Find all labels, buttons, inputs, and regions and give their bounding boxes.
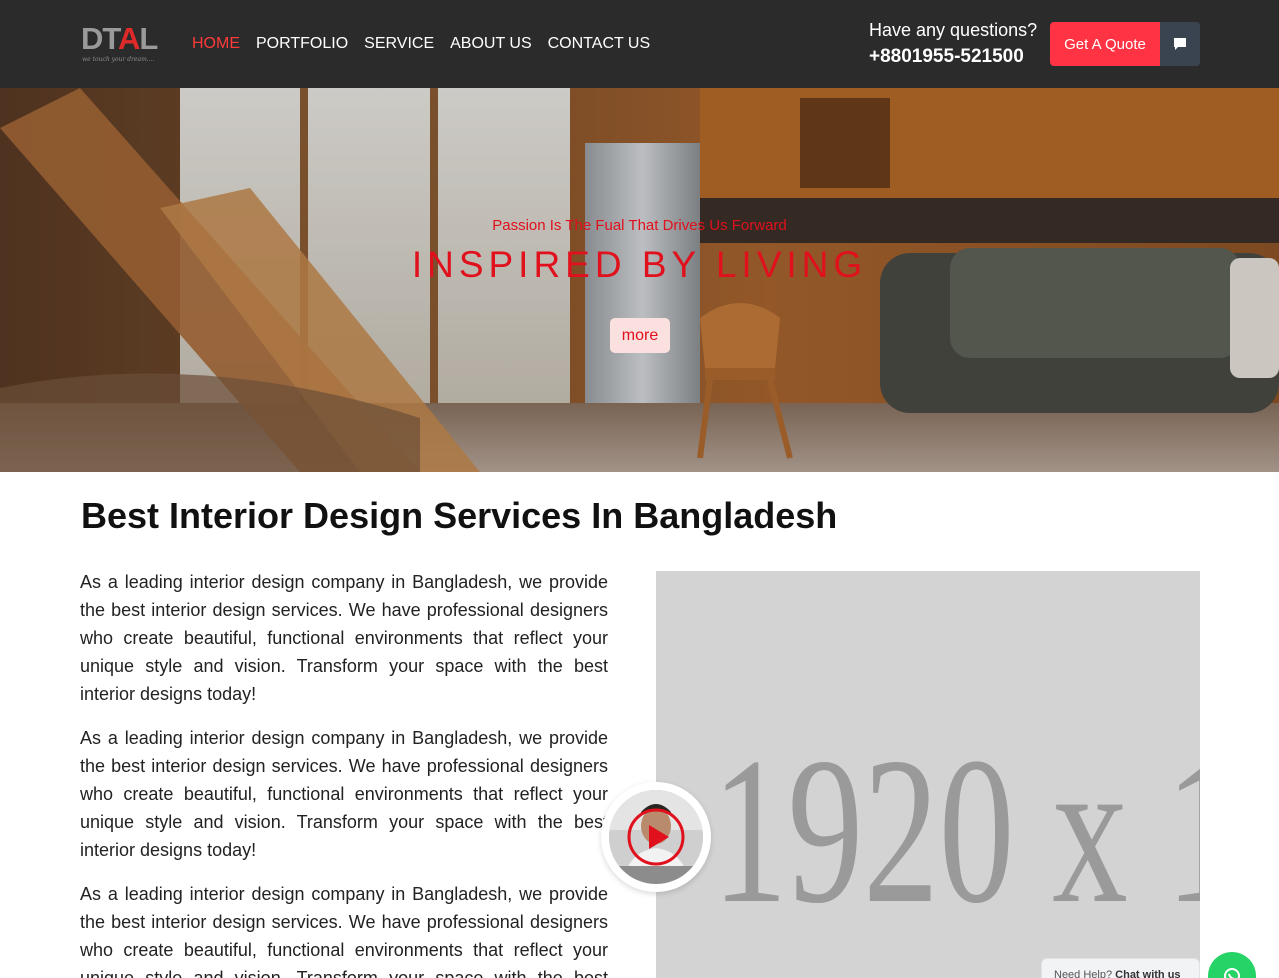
nav-about-us[interactable]: ABOUT US <box>450 34 532 54</box>
hero-banner: Passion Is The Fual That Drives Us Forwa… <box>0 88 1279 472</box>
nav-portfolio[interactable]: PORTFOLIO <box>256 34 348 54</box>
play-icon <box>627 808 685 866</box>
hero-more-button[interactable]: more <box>610 318 670 353</box>
logo-wordmark: DTAL <box>81 21 158 56</box>
chat-widget-label[interactable]: Need Help? Chat with us <box>1041 958 1200 978</box>
video-play-button[interactable] <box>601 782 711 892</box>
main-nav: HOME PORTFOLIO SERVICE ABOUT US CONTACT … <box>192 34 666 54</box>
hero-title: INSPIRED BY LIVING <box>411 244 868 285</box>
placeholder-image: 1920 x 180 <box>656 571 1200 978</box>
intro-paragraph-2: As a leading interior design company in … <box>80 728 608 860</box>
nav-service[interactable]: SERVICE <box>364 34 434 54</box>
contact-question: Have any questions? <box>869 20 1038 40</box>
logo-tagline: we touch your dream.... <box>82 56 155 63</box>
hero-subtitle: Passion Is The Fual That Drives Us Forwa… <box>492 217 787 234</box>
contact-phone[interactable]: +8801955-521500 <box>869 46 1024 68</box>
chat-bubble-icon <box>1174 38 1186 50</box>
chat-button[interactable] <box>1160 22 1200 66</box>
nav-home[interactable]: HOME <box>192 34 240 54</box>
get-quote-button[interactable]: Get A Quote <box>1050 22 1160 66</box>
whatsapp-button[interactable] <box>1208 952 1256 978</box>
top-navbar: DTAL we touch your dream.... HOME PORTFO… <box>0 0 1279 88</box>
video-thumbnail <box>609 790 703 884</box>
whatsapp-icon <box>1224 968 1240 978</box>
site-logo[interactable]: DTAL we touch your dream.... <box>81 22 159 66</box>
intro-paragraph-3: As a leading interior design company in … <box>80 884 608 978</box>
intro-paragraph-1: As a leading interior design company in … <box>80 572 608 704</box>
nav-contact-us[interactable]: CONTACT US <box>548 34 651 54</box>
placeholder-dimensions: 1920 x 180 <box>712 715 1200 947</box>
section-title: Best Interior Design Services In Banglad… <box>81 495 838 536</box>
